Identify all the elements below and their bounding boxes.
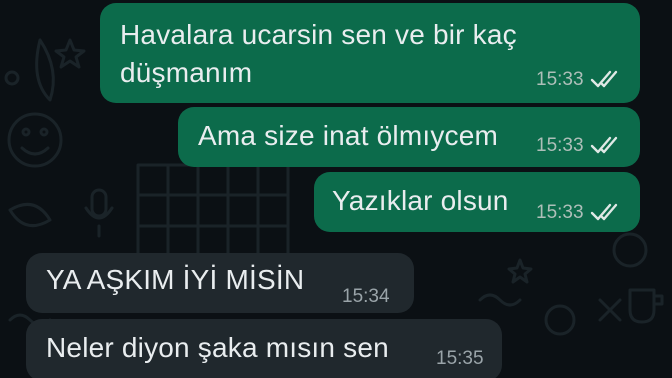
message-meta: 15:33: [536, 135, 620, 157]
message-time: 15:33: [536, 69, 584, 90]
outgoing-message-bubble[interactable]: Havalara ucarsin sen ve bir kaç düşmanım…: [100, 3, 640, 103]
message-text: Neler diyon şaka mısın sen: [46, 332, 389, 363]
double-check-icon: [590, 203, 617, 221]
message-text: Ama size inat ölmıycem: [198, 120, 499, 151]
outgoing-message-bubble[interactable]: Yazıklar olsun 15:33: [314, 172, 640, 232]
message-text: Yazıklar olsun: [332, 185, 509, 216]
incoming-message-bubble[interactable]: Neler diyon şaka mısın sen 15:35: [26, 319, 502, 378]
message-time: 15:35: [436, 348, 484, 369]
message-text: Havalara ucarsin sen ve bir kaç: [120, 19, 517, 50]
message-meta: 15:33: [536, 202, 620, 224]
message-meta: 15:34: [342, 286, 390, 308]
chat-conversation[interactable]: Havalara ucarsin sen ve bir kaç düşmanım…: [0, 0, 672, 378]
message-text: YA AŞKIM İYİ MİSİN: [46, 264, 305, 295]
message-meta: 15:35: [436, 348, 484, 370]
message-text: düşmanım: [120, 57, 253, 88]
outgoing-message-bubble[interactable]: Ama size inat ölmıycem 15:33: [178, 107, 640, 167]
message-time: 15:33: [536, 202, 584, 223]
message-meta: 15:33: [536, 69, 620, 91]
incoming-message-bubble[interactable]: YA AŞKIM İYİ MİSİN 15:34: [26, 253, 414, 313]
message-time: 15:33: [536, 135, 584, 156]
double-check-icon: [590, 70, 617, 88]
double-check-icon: [590, 136, 617, 154]
message-time: 15:34: [342, 286, 390, 307]
